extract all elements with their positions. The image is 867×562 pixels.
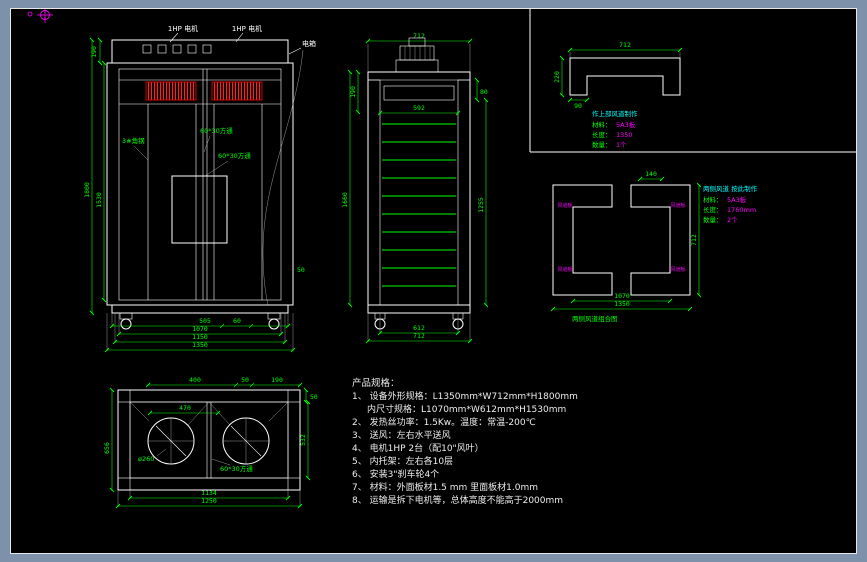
spec-line: 内尺寸规格：L1070mm*W612mm*H1530mm [367,403,566,415]
cad-drawing: 1HP 电机 1HP 电机 电箱 3#角钢 60*30方通 60*30方通 19… [27,9,856,509]
product-specs: 产品规格： 1、 设备外形规格：L1350mm*W712mm*H1800mm 内… [352,377,578,506]
note-material-label: 材料： [703,195,723,204]
dim-side-total-bottom: 712 [413,332,425,340]
note-length-value: 1350 [616,131,633,139]
dim-side-right-height: 1255 [477,197,485,213]
spec-line: 1、 设备外形规格：L1350mm*W712mm*H1800mm [352,390,578,402]
spec-line: 4、 电机1HP 2台（配10"风叶） [352,442,484,454]
specs-title: 产品规格： [352,377,400,389]
motor-label-right: 1HP 电机 [232,24,262,33]
dim-total-height: 1800 [83,182,91,198]
dim-ducts-inner-width: 1070 [614,292,630,300]
note-length-label: 长度： [592,130,612,139]
dim-side-inner-width: 592 [413,104,425,112]
side-ducts-caption: 两侧风道组合图 [572,314,618,323]
spec-line: 8、 运输是拆下电机等，总体高度不能高于2000mm [352,494,563,506]
top-view: ø260 60*30方通 400 50 190 470 656 50 532 1… [103,376,318,509]
dim-mid-width: 1150 [192,333,208,341]
dim-base: 50 [297,266,305,274]
dim-top-50: 50 [241,376,249,384]
part-label: 风道板 [670,202,685,209]
heater-elements [145,81,263,101]
dim-ducts-gap: 140 [645,170,657,178]
panel-divider [529,9,856,153]
detail-side-note: 两侧风道 按此制作 材料： 5A3板 长度： 1760mm 数量： 2个 [703,184,758,224]
note-material-label: 材料： [592,120,612,129]
note-qty-label: 数量： [592,140,612,149]
tube-label-a: 60*30方通 [200,126,233,135]
angle-steel-label: 3#角钢 [122,136,145,145]
dim-top-1134: 1134 [201,489,217,497]
dim-top-470: 470 [179,404,191,412]
dim-inner-width: 1070 [192,325,208,333]
dim-top-1250: 1250 [201,497,217,505]
side-view: 712 592 190 1660 80 1255 612 712 [341,32,489,344]
spec-line: 3、 送风：左右水平送风 [352,429,451,441]
dim-ducts-height: 712 [690,234,698,246]
caster-wheel [120,318,132,330]
note-qty-label: 数量： [703,215,723,224]
note-title: 作上部风道制作 [592,109,638,118]
insulated-wall-right [457,79,471,306]
note-qty-value: 2个 [727,216,738,224]
detail-top-duct: 712 220 90 作上部风道制作 材料： 5A3板 长度： 1350 数量：… [553,41,683,149]
top-air-duct [383,85,455,101]
part-label: 风道板 [557,266,572,273]
dim-duct-width: 712 [619,41,631,49]
tube-label: 60*30方通 [220,464,253,473]
dim-side-inner-bottom: 612 [413,324,425,332]
note-length-value: 1760mm [727,206,756,214]
note-qty-value: 1个 [616,141,627,149]
detail-side-ducts: 风道板 风道板 风道板 风道板 140 712 1070 1350 两侧风道组合… [550,170,758,323]
caster-wheel [268,318,280,330]
spec-line: 2、 发热丝功率：1.5Kw。温度：常温-200℃ [352,416,536,428]
note-title: 两侧风道 按此制作 [703,184,758,193]
fan-diameter-label: ø260 [138,455,154,463]
dim-top-190: 190 [271,376,283,384]
dim-seg-505: 505 [199,317,211,325]
dim-top-50-right: 50 [310,393,318,401]
front-view: 1HP 电机 1HP 电机 电箱 3#角钢 60*30方通 60*30方通 19… [83,24,316,353]
dim-side-top-width: 712 [413,32,425,40]
electric-box-label: 电箱 [302,39,316,48]
dim-seg-60: 60 [233,317,241,325]
osnap-marker-icons [27,9,53,23]
cad-drawing-canvas: 1HP 电机 1HP 电机 电箱 3#角钢 60*30方通 60*30方通 19… [10,8,857,554]
part-label: 风道板 [557,202,572,209]
note-material-value: 5A3板 [616,120,636,129]
top-motor [395,37,439,73]
insulated-wall-left [367,79,381,306]
dim-duct-notch: 90 [574,102,582,110]
dim-side-shelf-zone: 1660 [341,192,349,208]
dim-duct-height: 220 [553,71,561,83]
motor-label-left: 1HP 电机 [168,24,198,33]
shelf-rack [382,123,456,287]
detail-top-note: 作上部风道制作 材料： 5A3板 长度： 1350 数量： 1个 [592,109,638,149]
dim-top-532: 532 [299,434,307,446]
dim-top-400: 400 [189,376,201,384]
part-label: 风道板 [670,266,685,273]
dim-ducts-total-width: 1350 [614,300,630,308]
dim-side-gap: 80 [480,88,488,96]
fan-left [147,417,195,465]
note-material-value: 5A3板 [727,195,747,204]
dim-inner-height: 1530 [95,192,103,208]
dim-top-656: 656 [103,442,111,454]
spec-line: 5、 内托架：左右各10层 [352,455,453,467]
tube-label-b: 60*30方通 [218,151,251,160]
note-length-label: 长度： [703,205,723,214]
mesh-grille [171,175,228,244]
fan-right [222,417,270,465]
spec-line: 6、 安装3"刹车轮4个 [352,468,439,480]
dim-top-height: 190 [90,46,98,58]
spec-line: 7、 材料：外面板材1.5 mm 里面板材1.0mm [352,481,538,493]
dim-total-width: 1350 [192,341,208,349]
